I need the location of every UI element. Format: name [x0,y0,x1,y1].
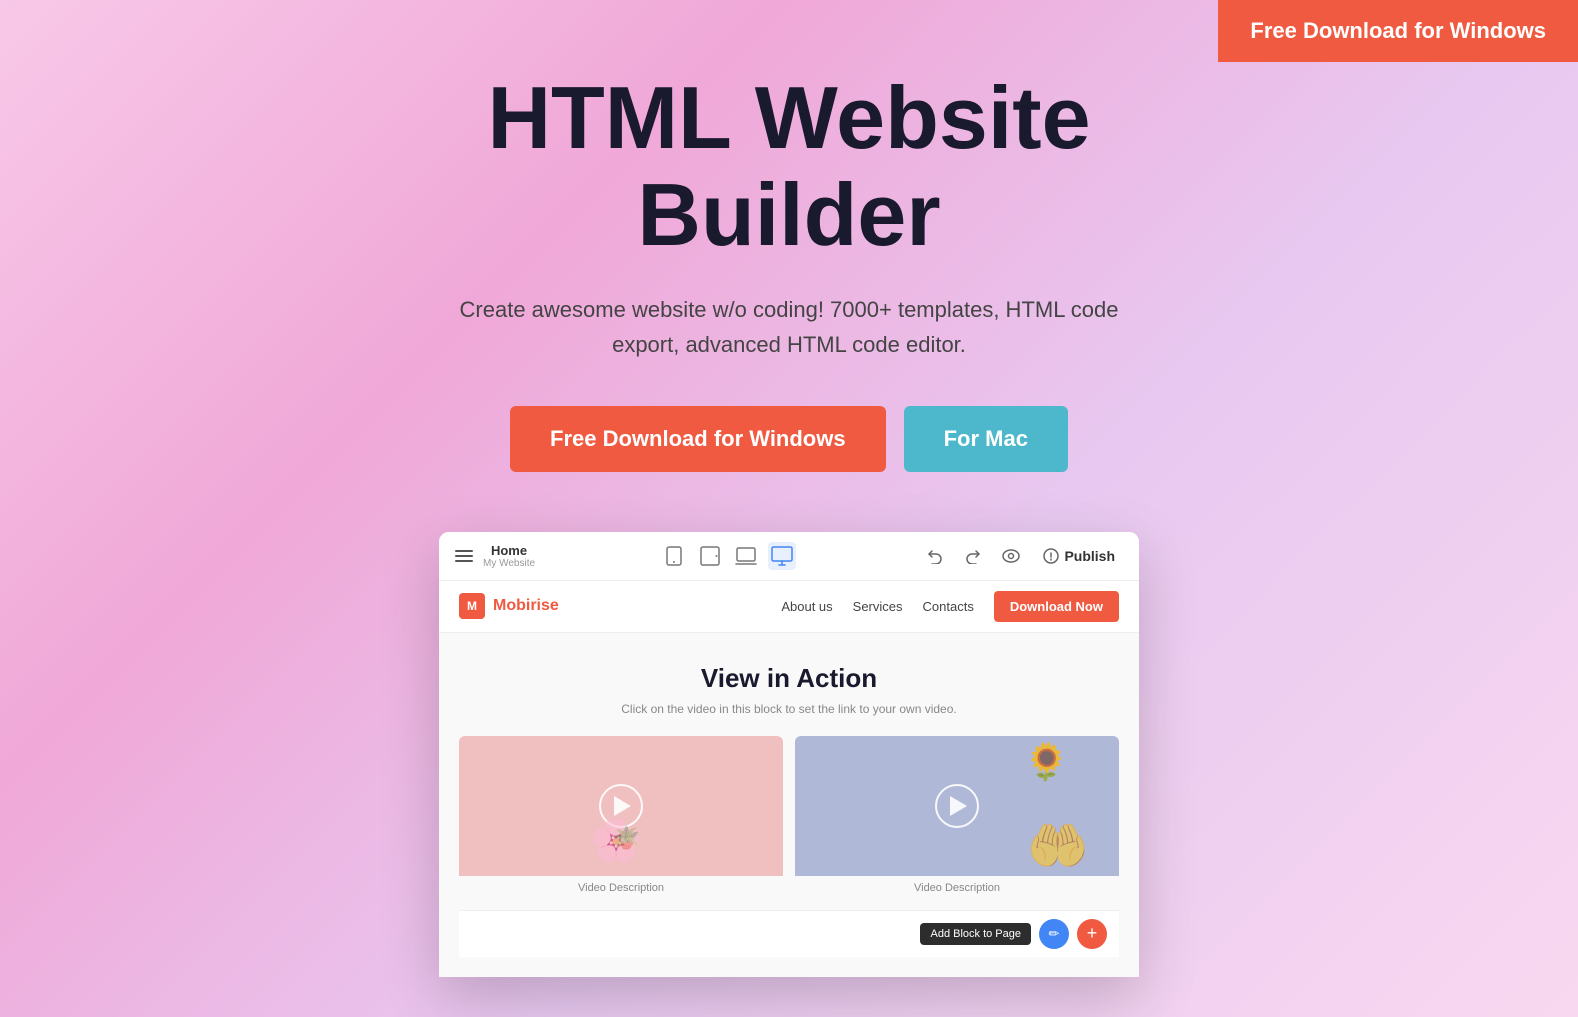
cta-buttons-group: Free Download for Windows For Mac [510,406,1068,472]
windows-download-button[interactable]: Free Download for Windows [510,406,886,472]
app-logo-text: Mobirise [493,597,559,615]
nav-contacts[interactable]: Contacts [923,599,974,614]
nav-cta-button[interactable]: Download Now [994,591,1119,622]
laptop-device-icon[interactable] [732,542,760,570]
video-thumb-2[interactable]: 🌻 🤲 [795,736,1119,876]
app-navbar: M Mobirise About us Services Contacts Do… [439,581,1139,633]
top-download-button[interactable]: Free Download for Windows [1218,0,1578,62]
video-grid: 🌸 🪴 Video Description 🌻 [459,736,1119,898]
nav-services[interactable]: Services [853,599,903,614]
play-triangle-1 [614,796,631,816]
play-triangle-2 [950,796,967,816]
content-title: View in Action [459,663,1119,694]
app-logo-icon: M [459,593,485,619]
redo-button[interactable] [959,542,987,570]
app-nav-links: About us Services Contacts Download Now [781,591,1119,622]
fab-add-button[interactable]: + [1077,919,1107,949]
video-description-2: Video Description [795,882,1119,898]
toolbar-center [547,542,909,570]
site-name: My Website [483,558,535,569]
app-preview-wrapper: Home My Website [439,532,1139,977]
page-name: Home [483,543,535,558]
preview-button[interactable] [997,542,1025,570]
publish-button[interactable]: Publish [1035,544,1123,568]
hamburger-icon[interactable] [455,550,473,562]
add-icon: + [1087,923,1098,944]
top-cta-bar: Free Download for Windows [1218,0,1578,62]
nav-about[interactable]: About us [781,599,832,614]
page-info: Home My Website [483,543,535,569]
video-card-1[interactable]: 🌸 🪴 Video Description [459,736,783,898]
video-card-2[interactable]: 🌻 🤲 Video Description [795,736,1119,898]
play-button-2[interactable] [935,784,979,828]
content-subtitle: Click on the video in this block to set … [459,702,1119,716]
hero-section: HTML Website Builder Create awesome webs… [0,0,1578,1017]
undo-button[interactable] [921,542,949,570]
publish-label: Publish [1064,548,1115,564]
hero-title: HTML Website Builder [339,70,1239,264]
app-window: Home My Website [439,532,1139,977]
edit-icon: ✏ [1049,926,1060,942]
video-description-1: Video Description [459,882,783,898]
toolbar-right: Publish [921,542,1123,570]
app-toolbar: Home My Website [439,532,1139,581]
mac-download-button[interactable]: For Mac [904,406,1068,472]
add-block-button[interactable]: Add Block to Page [920,923,1031,945]
video-thumb-1[interactable]: 🌸 🪴 [459,736,783,876]
fab-edit-button[interactable]: ✏ [1039,919,1069,949]
desktop-device-icon[interactable] [768,542,796,570]
app-bottom-bar: Add Block to Page ✏ + [459,910,1119,957]
tablet-device-icon[interactable] [696,542,724,570]
app-logo: M Mobirise [459,593,559,619]
mobile-device-icon[interactable] [660,542,688,570]
hero-subtitle: Create awesome website w/o coding! 7000+… [439,292,1139,362]
app-content: View in Action Click on the video in thi… [439,633,1139,977]
toolbar-left: Home My Website [455,543,535,569]
